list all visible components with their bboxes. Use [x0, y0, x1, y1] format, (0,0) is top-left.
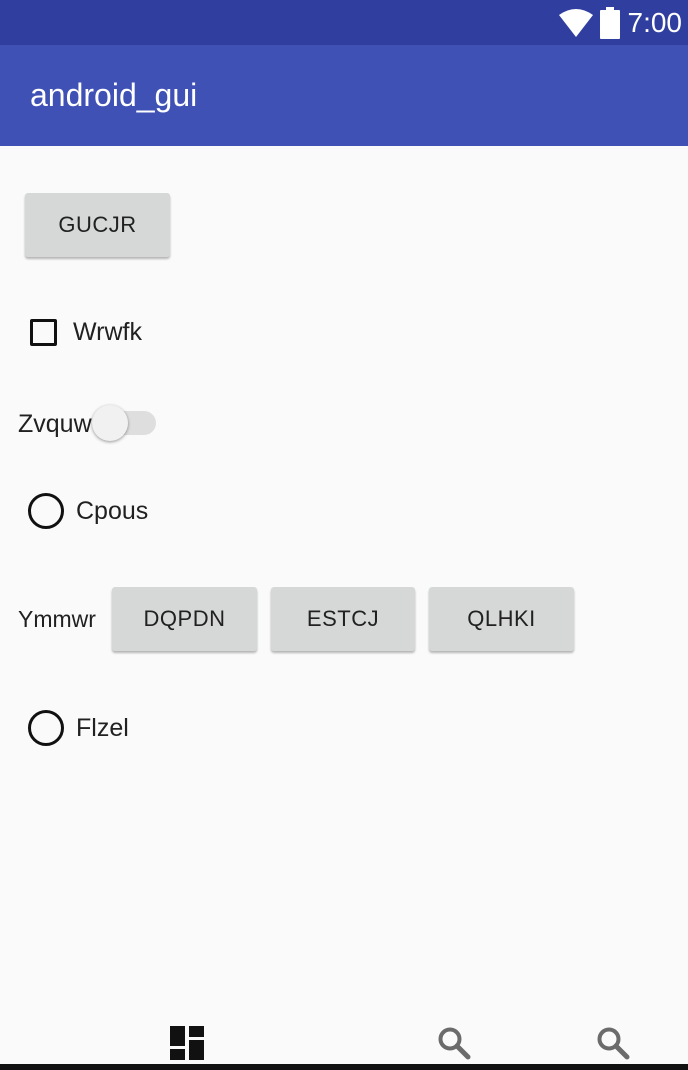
radio-label: Flzel	[76, 714, 129, 742]
wrwfk-checkbox[interactable]: Wrwfk	[30, 312, 142, 352]
wifi-icon	[558, 9, 593, 37]
dqpdn-button[interactable]: DQPDN	[112, 587, 257, 651]
checkbox-box-icon[interactable]	[30, 318, 57, 346]
radio-circle-icon[interactable]	[28, 710, 64, 746]
flzel-radio[interactable]: Flzel	[28, 708, 129, 748]
status-bar: 7:00	[0, 0, 688, 45]
battery-icon	[599, 7, 620, 39]
estcj-button[interactable]: ESTCJ	[271, 587, 415, 651]
button-group-label: Ymmwr	[18, 606, 96, 632]
switch-label: Zvquw	[18, 410, 92, 438]
search-icon[interactable]	[596, 1026, 630, 1060]
qlhki-button[interactable]: QLHKI	[429, 587, 574, 651]
app-bar: android_gui	[0, 45, 688, 146]
gucjr-button[interactable]: GUCJR	[25, 193, 170, 257]
switch-thumb[interactable]	[92, 405, 128, 441]
bottom-divider	[0, 1064, 688, 1070]
status-time: 7:00	[627, 7, 683, 38]
radio-circle-icon[interactable]	[28, 493, 64, 529]
zvquw-switch-row: Zvquw	[18, 404, 92, 444]
search-icon[interactable]	[437, 1026, 471, 1060]
cpous-radio[interactable]: Cpous	[28, 491, 148, 531]
status-icons: 7:00	[558, 4, 683, 42]
radio-label: Cpous	[76, 497, 149, 525]
bottom-navigation	[0, 1008, 688, 1070]
dashboard-icon[interactable]	[170, 1026, 204, 1060]
app-title: android_gui	[30, 77, 198, 113]
checkbox-label: Wrwfk	[73, 318, 142, 346]
